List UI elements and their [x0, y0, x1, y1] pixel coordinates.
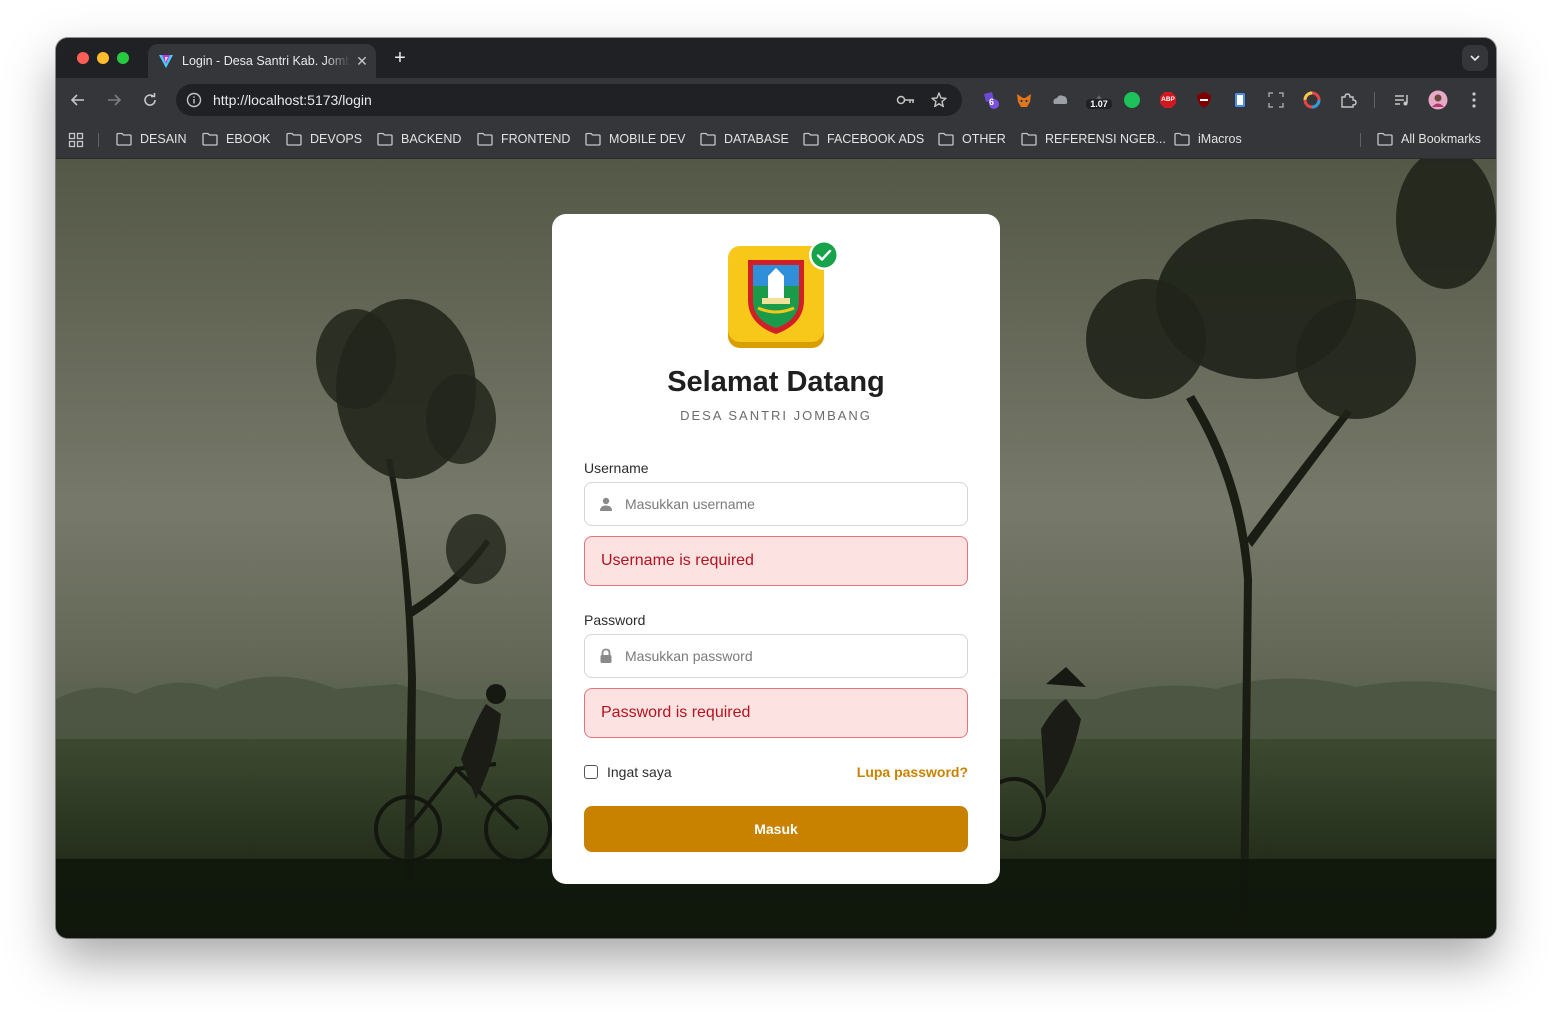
ublock-icon[interactable] — [1194, 90, 1214, 110]
username-input[interactable] — [584, 482, 968, 526]
adblock-plus-icon[interactable]: ABP — [1158, 90, 1178, 110]
page-subtitle: DESA SANTRI JOMBANG — [680, 408, 872, 423]
username-label: Username — [584, 460, 649, 476]
maximize-window-button[interactable] — [117, 52, 129, 64]
password-input[interactable] — [584, 634, 968, 678]
vite-logo-icon — [158, 53, 174, 69]
tab-title: Login - Desa Santri Kab. Jombang — [182, 54, 350, 68]
green-circle-extension-icon[interactable] — [1122, 90, 1142, 110]
screenshot-extension-icon[interactable] — [1266, 90, 1286, 110]
remember-me[interactable]: Ingat saya — [584, 764, 672, 780]
page-viewport: Selamat Datang DESA SANTRI JOMBANG Usern… — [56, 159, 1496, 938]
close-window-button[interactable] — [77, 52, 89, 64]
bookmarks-divider — [98, 133, 99, 147]
bookmark-folder-other[interactable]: OTHER — [938, 132, 1006, 146]
password-label: Password — [584, 612, 646, 628]
info-icon[interactable] — [186, 92, 202, 108]
toolbar-divider — [1374, 92, 1375, 108]
extension-purple-icon[interactable]: 6 — [980, 90, 1000, 110]
folder-icon — [286, 132, 302, 146]
username-error-message: Username is required — [584, 536, 968, 586]
all-bookmarks[interactable]: All Bookmarks — [1377, 132, 1481, 146]
login-submit-button[interactable]: Masuk — [584, 806, 968, 852]
remember-me-label: Ingat saya — [607, 764, 672, 780]
new-tab-button[interactable]: + — [390, 47, 410, 70]
folder-icon — [700, 132, 716, 146]
bookmark-folder-referensi[interactable]: REFERENSI NGEB... — [1021, 132, 1166, 146]
bookmark-folder-desain[interactable]: DESAIN — [116, 132, 187, 146]
password-key-icon[interactable] — [896, 92, 916, 108]
abp-label: ABP — [1161, 96, 1175, 103]
folder-icon — [803, 132, 819, 146]
bookmark-folder-frontend[interactable]: FRONTEND — [477, 132, 570, 146]
arrow-left-icon — [70, 94, 84, 106]
folder-icon — [477, 132, 493, 146]
apps-grid-icon[interactable] — [68, 132, 84, 148]
close-tab-icon[interactable]: ✕ — [354, 53, 370, 70]
bookmarks-bar: DESAIN EBOOK DEVOPS BACKEND FRONTEND MOB… — [56, 122, 1496, 159]
document-extension-icon[interactable] — [1230, 90, 1250, 110]
back-button[interactable] — [66, 88, 90, 112]
folder-icon — [202, 132, 218, 146]
user-icon — [600, 497, 612, 511]
forgot-password-link[interactable]: Lupa password? — [857, 764, 968, 780]
folder-icon — [1174, 132, 1190, 146]
extension-badge: 6 — [989, 97, 995, 107]
color-picker-extension-icon[interactable] — [1302, 90, 1322, 110]
check-icon — [809, 240, 839, 270]
chevron-down-icon — [1470, 55, 1480, 62]
bookmark-folder-backend[interactable]: BACKEND — [377, 132, 461, 146]
tab-strip: Login - Desa Santri Kab. Jombang ✕ + — [56, 38, 1496, 78]
bookmark-folder-database[interactable]: DATABASE — [700, 132, 789, 146]
bookmarks-divider — [1360, 133, 1361, 147]
bookmark-folder-facebook-ads[interactable]: FACEBOOK ADS — [803, 132, 924, 146]
metamask-fox-icon[interactable] — [1014, 90, 1034, 110]
minimize-window-button[interactable] — [97, 52, 109, 64]
browser-toolbar: http://localhost:5173/login 6 1.07 ABP — [56, 78, 1496, 122]
counter-extension-icon[interactable]: 1.07 — [1086, 90, 1112, 110]
app-logo — [728, 240, 839, 352]
folder-icon — [1021, 132, 1037, 146]
url-text: http://localhost:5173/login — [213, 92, 372, 108]
lock-icon — [600, 648, 612, 663]
bookmark-folder-devops[interactable]: DEVOPS — [286, 132, 362, 146]
folder-icon — [938, 132, 954, 146]
remember-me-checkbox[interactable] — [584, 765, 598, 779]
bookmark-star-icon[interactable] — [930, 91, 948, 109]
browser-menu-icon[interactable] — [1464, 90, 1484, 110]
counter-badge: 1.07 — [1086, 99, 1112, 109]
address-bar[interactable]: http://localhost:5173/login — [176, 84, 962, 116]
forward-button[interactable] — [102, 88, 126, 112]
page-title: Selamat Datang — [667, 366, 885, 398]
login-card: Selamat Datang DESA SANTRI JOMBANG Usern… — [552, 214, 1000, 884]
media-controls-icon[interactable] — [1392, 90, 1412, 110]
folder-icon — [585, 132, 601, 146]
password-error-message: Password is required — [584, 688, 968, 738]
arrow-right-icon — [108, 94, 122, 106]
bookmark-folder-mobile-dev[interactable]: MOBILE DEV — [585, 132, 685, 146]
tab-login[interactable]: Login - Desa Santri Kab. Jombang ✕ — [148, 44, 376, 78]
folder-icon — [377, 132, 393, 146]
tab-search-button[interactable] — [1462, 45, 1488, 71]
bookmark-folder-imacros[interactable]: iMacros — [1174, 132, 1242, 146]
cloud-extension-icon[interactable] — [1050, 90, 1070, 110]
folder-icon — [116, 132, 132, 146]
reload-icon — [144, 93, 156, 106]
browser-window: Login - Desa Santri Kab. Jombang ✕ + htt… — [56, 38, 1496, 938]
reload-button[interactable] — [138, 88, 162, 112]
profile-avatar[interactable] — [1428, 90, 1448, 110]
puzzle-extensions-icon[interactable] — [1338, 90, 1358, 110]
bookmark-folder-ebook[interactable]: EBOOK — [202, 132, 270, 146]
folder-icon — [1377, 132, 1393, 146]
